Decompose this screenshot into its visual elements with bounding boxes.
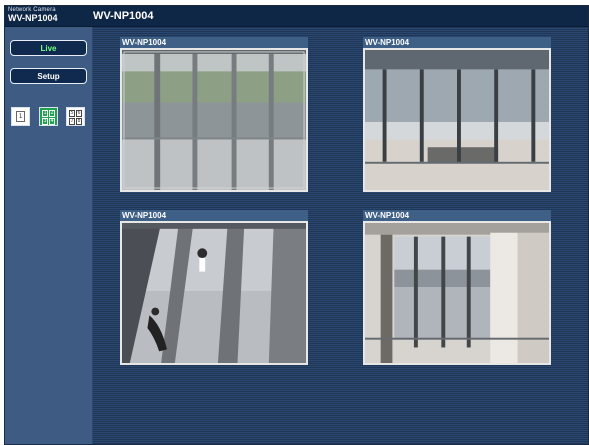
camera-title-2: WV-NP1004 [363,37,551,48]
camera-title-1: WV-NP1004 [120,37,308,48]
camera-title-4: WV-NP1004 [363,210,551,221]
multi-label-5: 5 [69,110,75,117]
multi-screen-icon: 5 6 7 8 [69,110,82,125]
single-screen-label: 1 [18,113,23,120]
quad-screen-button[interactable]: 1 2 3 4 [39,107,58,126]
multi-screen-button[interactable]: 5 6 7 8 [66,107,85,126]
camera-image-2 [365,50,549,190]
camera-image-4 [365,223,549,363]
quad-label-2: 2 [49,110,55,117]
camera-image-1 [122,50,306,190]
brand-big: WV-NP1004 [8,13,58,23]
camera-web-ui: Network Camera WV-NP1004 WV-NP1004 Live … [4,5,589,445]
multi-label-6: 6 [76,110,82,117]
camera-image-3 [122,223,306,363]
page-title: WV-NP1004 [93,10,154,22]
camera-view-3[interactable] [120,221,308,365]
camera-grid: WV-NP1004 WV-NP1004 WV-NP1004 WV-NP1004 [93,27,588,444]
quad-label-3: 3 [42,118,48,125]
brand: Network Camera WV-NP1004 [8,7,94,23]
single-screen-icon: 1 [16,111,25,122]
quad-screen-icon: 1 2 3 4 [42,110,55,125]
camera-view-4[interactable] [363,221,551,365]
camera-panel-3: WV-NP1004 [120,210,308,365]
quad-label-4: 4 [49,118,55,125]
top-bar: Network Camera WV-NP1004 WV-NP1004 [5,6,588,27]
camera-panel-2: WV-NP1004 [363,37,551,192]
setup-button[interactable]: Setup [10,68,87,84]
camera-panel-1: WV-NP1004 [120,37,308,192]
multi-label-7: 7 [69,118,75,125]
camera-view-2[interactable] [363,48,551,192]
quad-label-1: 1 [42,110,48,117]
sidebar: Live Setup 1 1 2 3 4 5 6 7 8 [5,27,93,444]
multi-label-8: 8 [76,118,82,125]
camera-view-1[interactable] [120,48,308,192]
camera-title-3: WV-NP1004 [120,210,308,221]
live-button[interactable]: Live [10,40,87,56]
single-screen-button[interactable]: 1 [11,107,30,126]
camera-panel-4: WV-NP1004 [363,210,551,365]
